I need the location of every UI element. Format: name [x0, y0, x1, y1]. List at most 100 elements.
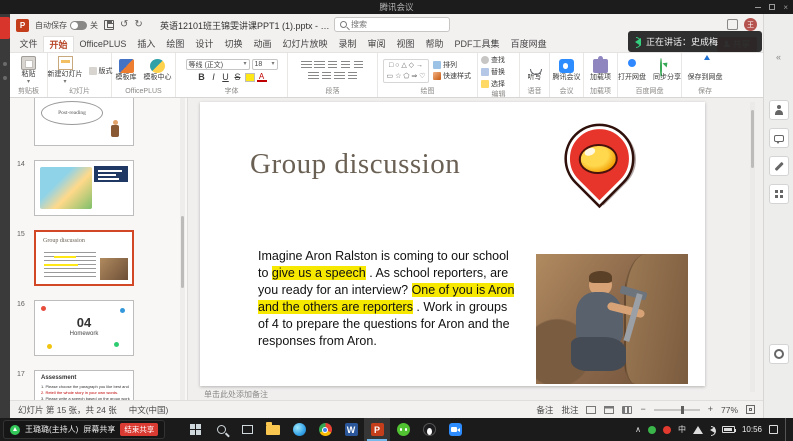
italic-icon[interactable]: I [209, 72, 219, 82]
minimize-icon[interactable] [755, 7, 761, 8]
stop-share-button[interactable]: 结束共享 [120, 423, 158, 436]
font-name-select[interactable]: 等线 (正文) ▾ [186, 59, 250, 70]
scrollbar-thumb[interactable] [181, 216, 184, 288]
thumbnail-scrollbar[interactable] [180, 98, 185, 400]
tab-help[interactable]: 帮助 [420, 36, 449, 52]
search-box[interactable] [334, 17, 450, 32]
scrollbar-thumb[interactable] [751, 110, 754, 168]
increase-indent-icon[interactable] [341, 61, 350, 70]
undo-icon[interactable]: ↺ [120, 20, 128, 30]
tab-pdf-tools[interactable]: PDF工具集 [449, 36, 505, 52]
open-pan-button[interactable]: 打开网盘 [616, 58, 648, 83]
tab-design[interactable]: 设计 [190, 36, 219, 52]
tab-animations[interactable]: 动画 [248, 36, 277, 52]
font-size-select[interactable]: 18 ▾ [252, 59, 278, 70]
align-left-icon[interactable] [308, 72, 319, 81]
thumbnail-slide-17[interactable]: Assessment 1. Please choose the paragrap… [34, 370, 134, 400]
volume-icon[interactable] [710, 427, 715, 433]
bold-icon[interactable]: B [197, 72, 207, 82]
shapes-gallery[interactable]: □ ○ △ ◇ →▭ ☆ ⬠ ⇒ ♡ [383, 59, 429, 83]
find-button[interactable]: 查找 [480, 55, 506, 65]
layout-button[interactable]: 版式 [88, 66, 114, 76]
tray-red-icon[interactable] [663, 426, 671, 434]
battery-icon[interactable] [722, 426, 735, 433]
autosave-control[interactable]: 自动保存 关 [35, 20, 98, 31]
bullets-icon[interactable] [301, 61, 312, 70]
recording-badge-icon[interactable] [0, 17, 10, 39]
slide-body-text[interactable]: Imagine Aron Ralston is coming to our sc… [258, 248, 515, 350]
tencent-meeting-button[interactable]: 腾讯会议 [551, 58, 583, 83]
slide-sorter-view-icon[interactable] [604, 406, 614, 414]
input-language-indicator[interactable]: 中 [678, 424, 686, 435]
account-avatar[interactable]: 王 [744, 18, 757, 31]
zoom-knob[interactable] [681, 406, 684, 414]
align-center-icon[interactable] [322, 72, 331, 81]
notification-center-icon[interactable] [769, 425, 778, 434]
wifi-icon[interactable] [693, 426, 703, 434]
taskbar-search-button[interactable] [208, 418, 234, 441]
tray-green-icon[interactable] [648, 426, 656, 434]
redo-icon[interactable]: ↻ [134, 20, 142, 30]
align-right-icon[interactable] [334, 72, 345, 81]
strikethrough-icon[interactable]: S [233, 72, 243, 82]
annotation-pen-icon[interactable] [769, 156, 789, 176]
ribbon-display-options-icon[interactable] [727, 19, 738, 30]
template-center-button[interactable]: 模板中心 [142, 58, 174, 83]
comments-toggle[interactable]: 批注 [561, 404, 578, 416]
wechat-button[interactable] [390, 418, 416, 441]
current-slide[interactable]: Group discussion Imagine Aron Ralston is… [200, 102, 705, 386]
dictate-button[interactable]: 听写 [525, 58, 544, 83]
select-button[interactable]: 选择 [480, 79, 506, 89]
language-indicator[interactable]: 中文(中国) [129, 404, 169, 416]
tab-draw[interactable]: 绘图 [161, 36, 190, 52]
zoom-out-icon[interactable]: − [640, 405, 645, 414]
show-desktop-button[interactable] [785, 418, 789, 441]
addins-button[interactable]: 加载项 [588, 58, 613, 83]
paste-button[interactable]: 粘贴 ▾ [19, 55, 38, 86]
save-icon[interactable] [104, 20, 114, 30]
line-spacing-icon[interactable] [354, 61, 363, 70]
file-explorer-button[interactable] [260, 418, 286, 441]
zoom-level[interactable]: 77% [721, 405, 738, 415]
hidden-icons-chevron[interactable]: ∧ [635, 425, 641, 434]
chrome-button[interactable] [312, 418, 338, 441]
justify-icon[interactable] [348, 72, 357, 81]
tab-file[interactable]: 文件 [14, 36, 43, 52]
new-slide-button[interactable]: 新建幻灯片 ▾ [46, 55, 85, 86]
tab-review[interactable]: 审阅 [362, 36, 391, 52]
settings-gear-icon[interactable] [769, 344, 789, 364]
thumbnail-slide-13[interactable]: Post-reading [34, 98, 134, 146]
sync-share-button[interactable]: 同步分享 [651, 58, 683, 83]
apps-grid-icon[interactable] [769, 184, 789, 204]
replace-button[interactable]: 替换 [480, 67, 506, 77]
slideshow-view-icon[interactable] [622, 406, 632, 414]
save-to-pan-button[interactable]: 保存到网盘 [686, 58, 725, 83]
template-library-button[interactable]: 模板库 [114, 58, 139, 83]
qq-button[interactable] [416, 418, 442, 441]
tab-view[interactable]: 视图 [391, 36, 420, 52]
notes-toggle[interactable]: 备注 [536, 404, 553, 416]
search-input[interactable] [351, 20, 439, 29]
close-icon[interactable]: × [783, 3, 788, 12]
tab-record[interactable]: 录制 [333, 36, 362, 52]
chat-icon[interactable] [769, 128, 789, 148]
word-button[interactable]: W [338, 418, 364, 441]
text-highlight-icon[interactable] [245, 73, 255, 82]
tab-officeplus[interactable]: OfficePLUS [74, 36, 132, 52]
font-color-icon[interactable]: A [257, 73, 267, 82]
numbering-icon[interactable] [314, 61, 325, 70]
thumbnail-slide-15-selected[interactable]: Group discussion [34, 230, 134, 286]
start-button[interactable] [182, 418, 208, 441]
slide-scrollbar[interactable] [750, 102, 755, 392]
members-icon[interactable] [769, 100, 789, 120]
thumbnail-slide-16[interactable]: 04 Homework [34, 300, 134, 356]
zoom-slider[interactable] [654, 409, 700, 411]
clock[interactable]: 10:56 [742, 425, 762, 434]
underline-icon[interactable]: U [221, 72, 231, 82]
tab-baidu-pan[interactable]: 百度网盘 [505, 36, 552, 52]
quick-styles-button[interactable]: 快速样式 [432, 71, 472, 81]
notes-placeholder[interactable]: 单击此处添加备注 [204, 389, 268, 400]
aron-ralston-photo[interactable] [536, 254, 688, 384]
decrease-indent-icon[interactable] [328, 61, 337, 70]
powerpoint-button[interactable]: P [364, 418, 390, 441]
